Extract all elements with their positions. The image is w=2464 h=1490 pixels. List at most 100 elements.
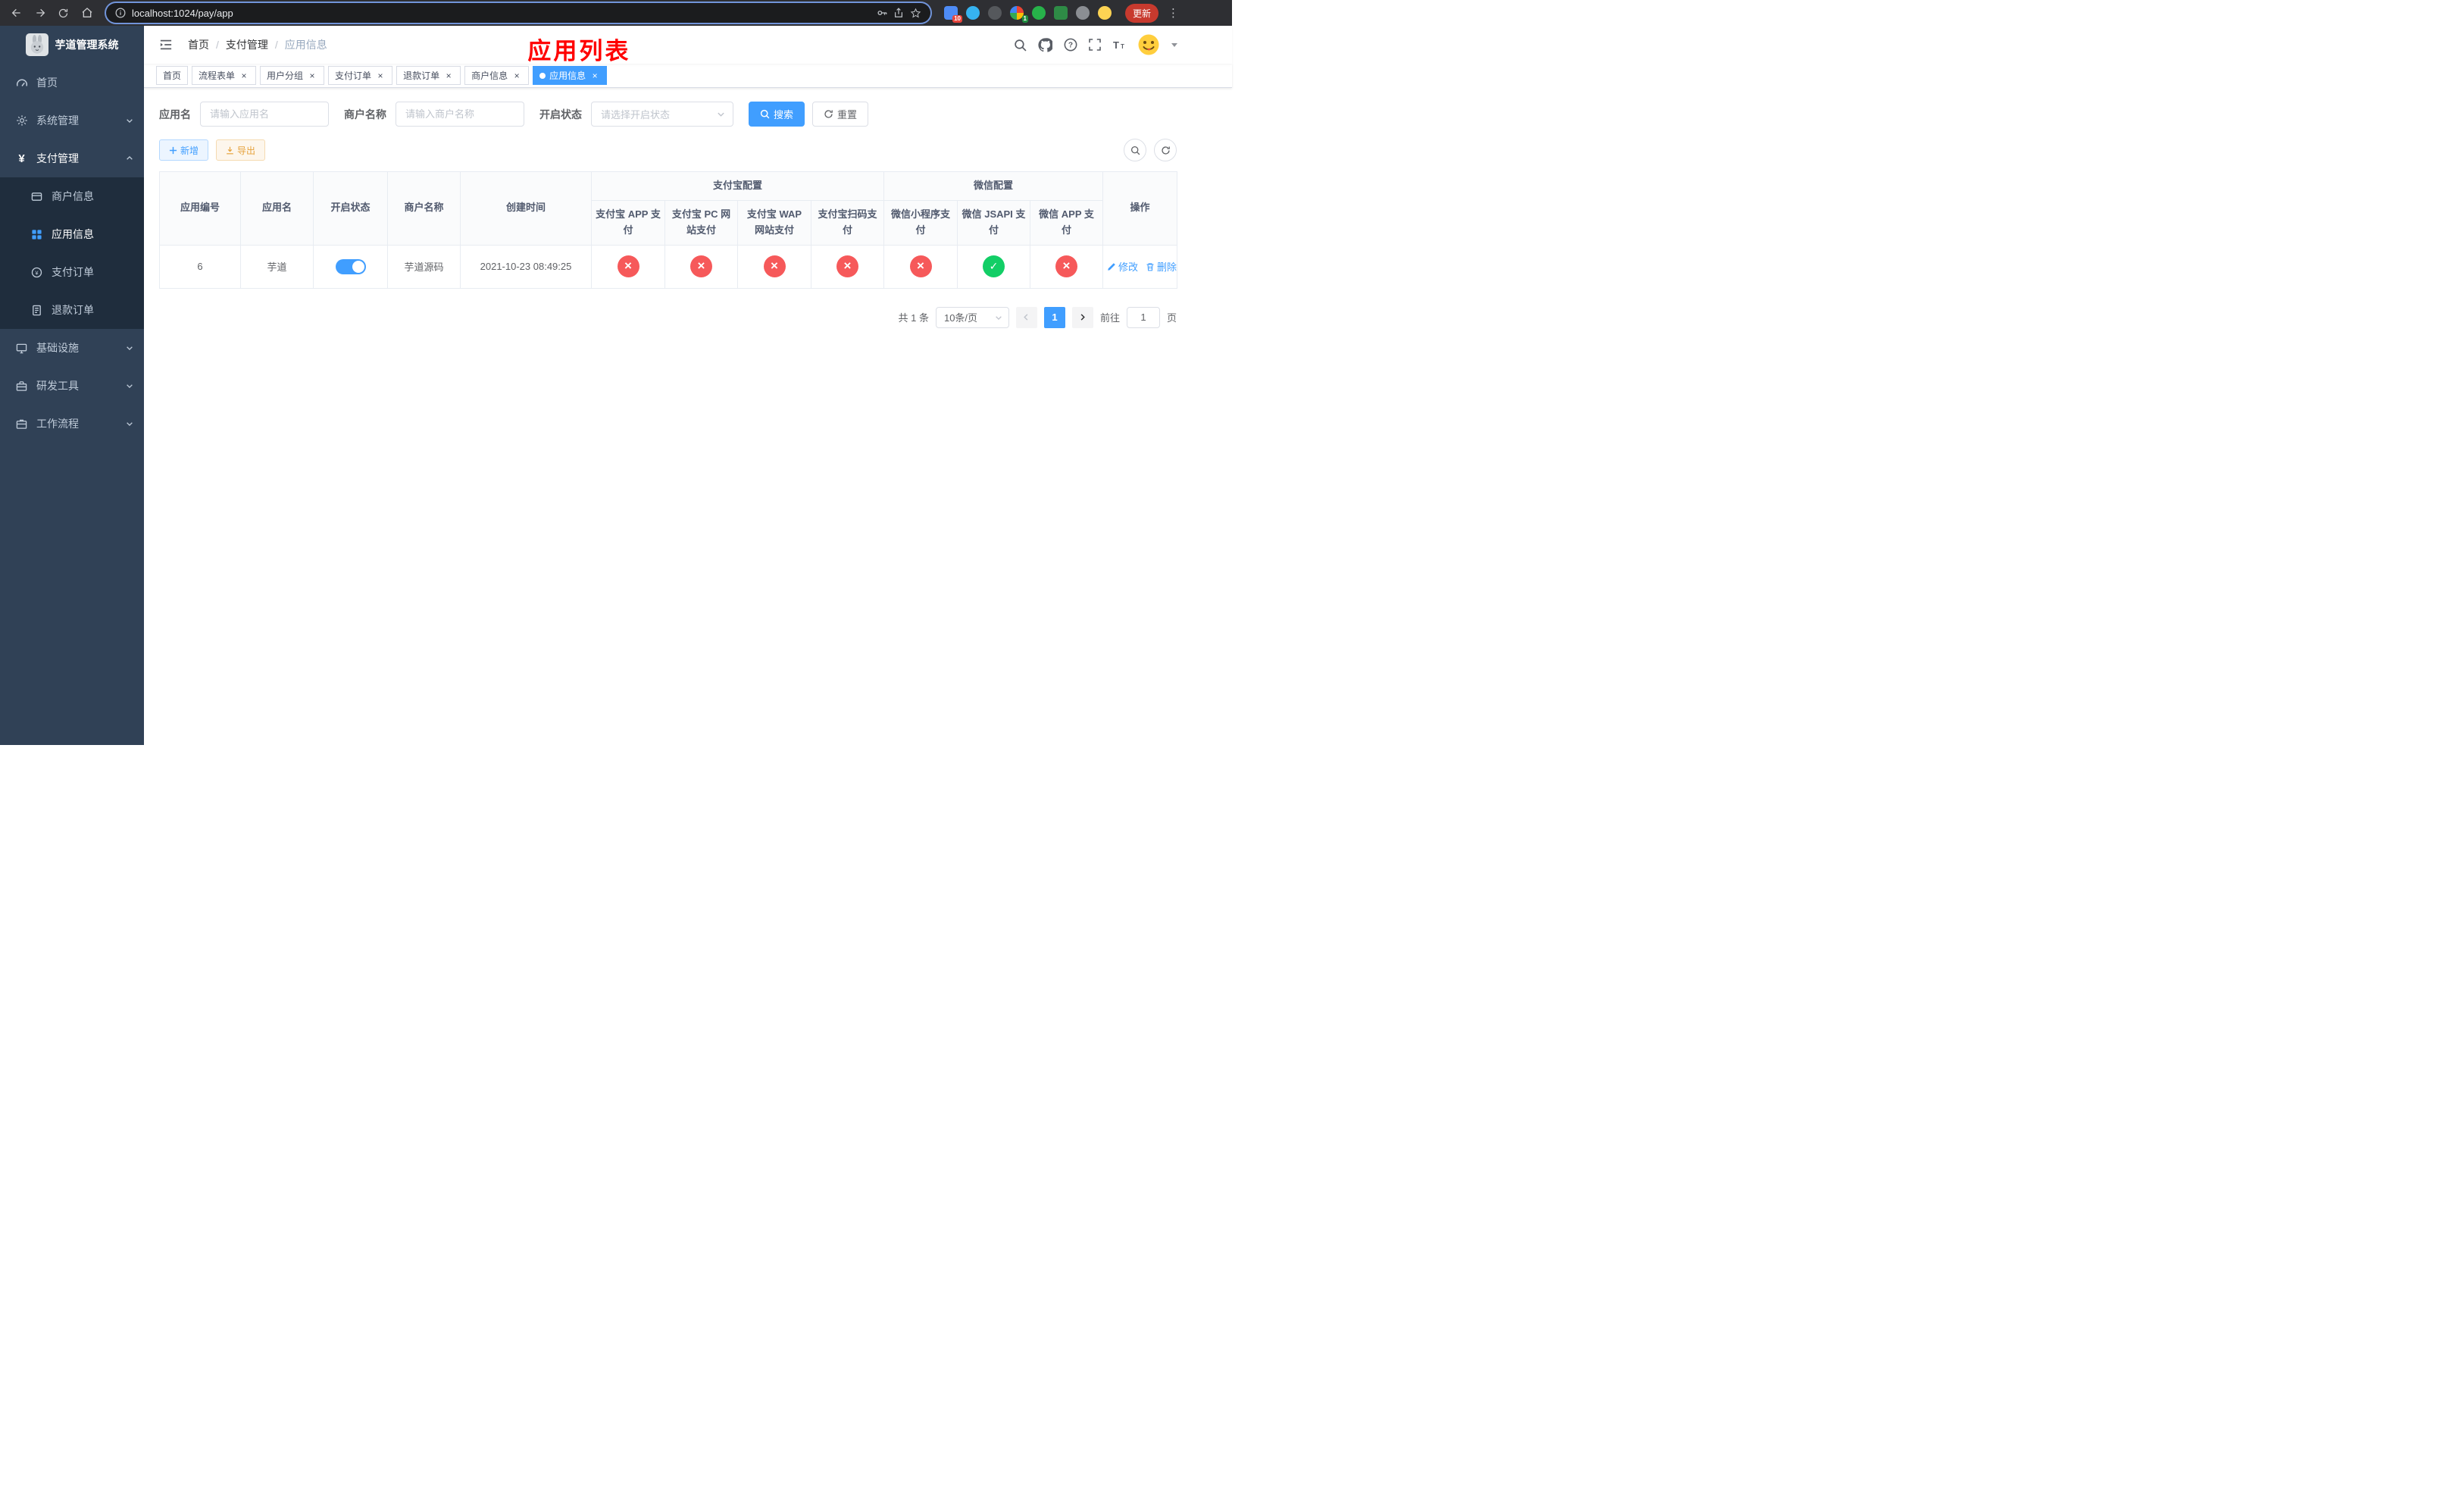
svg-text:T: T — [1121, 43, 1124, 50]
col-header-alipay-wap: 支付宝 WAP 网站支付 — [737, 200, 811, 246]
chevron-down-icon — [718, 112, 724, 117]
sidebar-item-payment[interactable]: ¥ 支付管理 — [0, 139, 144, 177]
home-icon[interactable] — [77, 3, 97, 23]
extension-icon[interactable]: 10 — [943, 6, 962, 23]
search-button[interactable]: 搜索 — [749, 102, 805, 127]
breadcrumb-section[interactable]: 支付管理 — [226, 37, 268, 52]
page-number[interactable]: 1 — [1043, 306, 1065, 328]
user-menu-caret-icon[interactable] — [1171, 42, 1177, 47]
share-icon[interactable] — [893, 8, 904, 18]
status-toggle[interactable] — [335, 258, 366, 274]
bookmark-star-icon[interactable] — [910, 8, 921, 19]
back-icon[interactable] — [6, 3, 27, 23]
forward-icon[interactable] — [30, 3, 50, 23]
sidebar-item-system[interactable]: 系统管理 — [0, 102, 144, 139]
delete-link-label: 删除 — [1157, 261, 1177, 274]
page-content: 应用名 商户名称 开启状态 请选择开启状态 搜索 — [144, 88, 1232, 745]
sidebar-item-label: 应用信息 — [52, 228, 94, 240]
col-header-name: 应用名 — [240, 171, 314, 246]
close-icon[interactable] — [443, 70, 454, 81]
prev-page-button[interactable] — [1015, 306, 1037, 328]
user-avatar[interactable] — [1137, 33, 1160, 56]
disabled-cross-icon — [1055, 255, 1078, 278]
sidebar-item-home[interactable]: 首页 — [0, 64, 144, 102]
browser-menu-icon[interactable]: ⋮ — [1168, 6, 1179, 20]
tab-refund-order[interactable]: 退款订单 — [396, 66, 461, 85]
sidebar-item-pay-order[interactable]: ¥ 支付订单 — [0, 253, 144, 291]
col-header-wx-mini: 微信小程序支付 — [883, 200, 958, 246]
extension-icon[interactable] — [1031, 6, 1046, 20]
reload-icon[interactable] — [53, 3, 73, 23]
tab-user-group[interactable]: 用户分组 — [260, 66, 325, 85]
extension-icon[interactable]: 1 — [1009, 6, 1028, 23]
filter-label-status: 开启状态 — [539, 108, 582, 121]
font-size-icon[interactable]: TT — [1112, 39, 1126, 51]
add-button[interactable]: 新增 — [159, 139, 209, 161]
tab-pay-order[interactable]: 支付订单 — [328, 66, 393, 85]
info-icon[interactable] — [115, 8, 126, 18]
close-icon[interactable] — [589, 70, 600, 81]
sidebar-item-refund-order[interactable]: 退款订单 — [0, 291, 144, 329]
extensions-puzzle-icon[interactable] — [1075, 6, 1090, 20]
chevron-down-icon — [126, 420, 133, 427]
extension-icon[interactable] — [1053, 6, 1068, 20]
search-icon — [1130, 146, 1140, 155]
toggle-search-button[interactable] — [1124, 139, 1146, 161]
col-header-wx-app: 微信 APP 支付 — [1030, 200, 1104, 246]
extension-icon[interactable] — [987, 6, 1002, 20]
address-bar[interactable]: localhost:1024/pay/app — [106, 3, 930, 23]
refresh-table-button[interactable] — [1154, 139, 1177, 161]
reset-button[interactable]: 重置 — [812, 102, 869, 127]
tab-home[interactable]: 首页 — [156, 66, 189, 85]
merchant-name-input[interactable] — [396, 102, 524, 127]
breadcrumb-home[interactable]: 首页 — [188, 37, 209, 52]
tab-merchant-info[interactable]: 商户信息 — [464, 66, 530, 85]
sidebar-submenu-payment: 商户信息 应用信息 ¥ 支付订单 退款订单 — [0, 177, 144, 329]
browser-update-button[interactable]: 更新 — [1124, 3, 1159, 23]
status-select[interactable]: 请选择开启状态 — [591, 102, 733, 127]
toolbox-icon — [15, 380, 28, 392]
key-icon[interactable] — [877, 8, 887, 18]
download-icon — [227, 146, 233, 154]
enabled-check-icon — [983, 255, 1005, 278]
close-icon[interactable] — [307, 70, 317, 81]
col-header-actions: 操作 — [1102, 171, 1178, 246]
help-icon[interactable]: ? — [1064, 38, 1077, 52]
github-icon[interactable] — [1038, 37, 1052, 52]
tab-label: 应用信息 — [549, 70, 586, 81]
cell-wx-mini — [883, 244, 958, 289]
breadcrumb: 首页 / 支付管理 / 应用信息 — [188, 37, 327, 52]
col-header-created: 创建时间 — [460, 171, 592, 246]
hamburger-icon[interactable] — [156, 39, 176, 51]
url-text[interactable]: localhost:1024/pay/app — [132, 8, 871, 19]
cell-alipay-pc — [664, 244, 738, 289]
app: 芋道管理系统 首页 系统管理 ¥ 支付管理 商户信息 应用信息 ¥ 支付订单 退… — [0, 26, 1232, 745]
disabled-cross-icon — [763, 255, 786, 278]
close-icon[interactable] — [511, 70, 522, 81]
tab-app-info[interactable]: 应用信息 — [533, 66, 608, 85]
sidebar-item-workflow[interactable]: 工作流程 — [0, 405, 144, 443]
next-page-button[interactable] — [1071, 306, 1093, 328]
sidebar-logo[interactable]: 芋道管理系统 — [0, 26, 144, 64]
close-icon[interactable] — [239, 70, 249, 81]
refresh-icon — [1161, 146, 1170, 155]
search-icon[interactable] — [1014, 39, 1027, 52]
sidebar-item-dev-tools[interactable]: 研发工具 — [0, 367, 144, 405]
export-button[interactable]: 导出 — [216, 139, 266, 161]
sidebar-item-infra[interactable]: 基础设施 — [0, 329, 144, 367]
fullscreen-icon[interactable] — [1089, 39, 1101, 51]
edit-link[interactable]: 修改 — [1107, 259, 1138, 274]
extension-icon[interactable] — [965, 6, 980, 20]
sidebar-item-merchant-info[interactable]: 商户信息 — [0, 177, 144, 215]
page-size-select[interactable]: 10条/页 — [935, 306, 1009, 328]
sidebar-item-app-info[interactable]: 应用信息 — [0, 215, 144, 253]
extension-badge: 10 — [952, 15, 962, 23]
goto-page-input[interactable] — [1126, 306, 1160, 328]
delete-link[interactable]: 删除 — [1146, 259, 1177, 274]
app-name-input[interactable] — [200, 102, 329, 127]
profile-avatar-icon[interactable] — [1097, 6, 1112, 20]
close-icon[interactable] — [375, 70, 386, 81]
tab-process-form[interactable]: 流程表单 — [192, 66, 257, 85]
apps-table: 应用编号 应用名 开启状态 商户名称 创建时间 支付宝配置 微信配置 操作 支付… — [159, 171, 1178, 289]
chevron-down-icon — [126, 382, 133, 390]
